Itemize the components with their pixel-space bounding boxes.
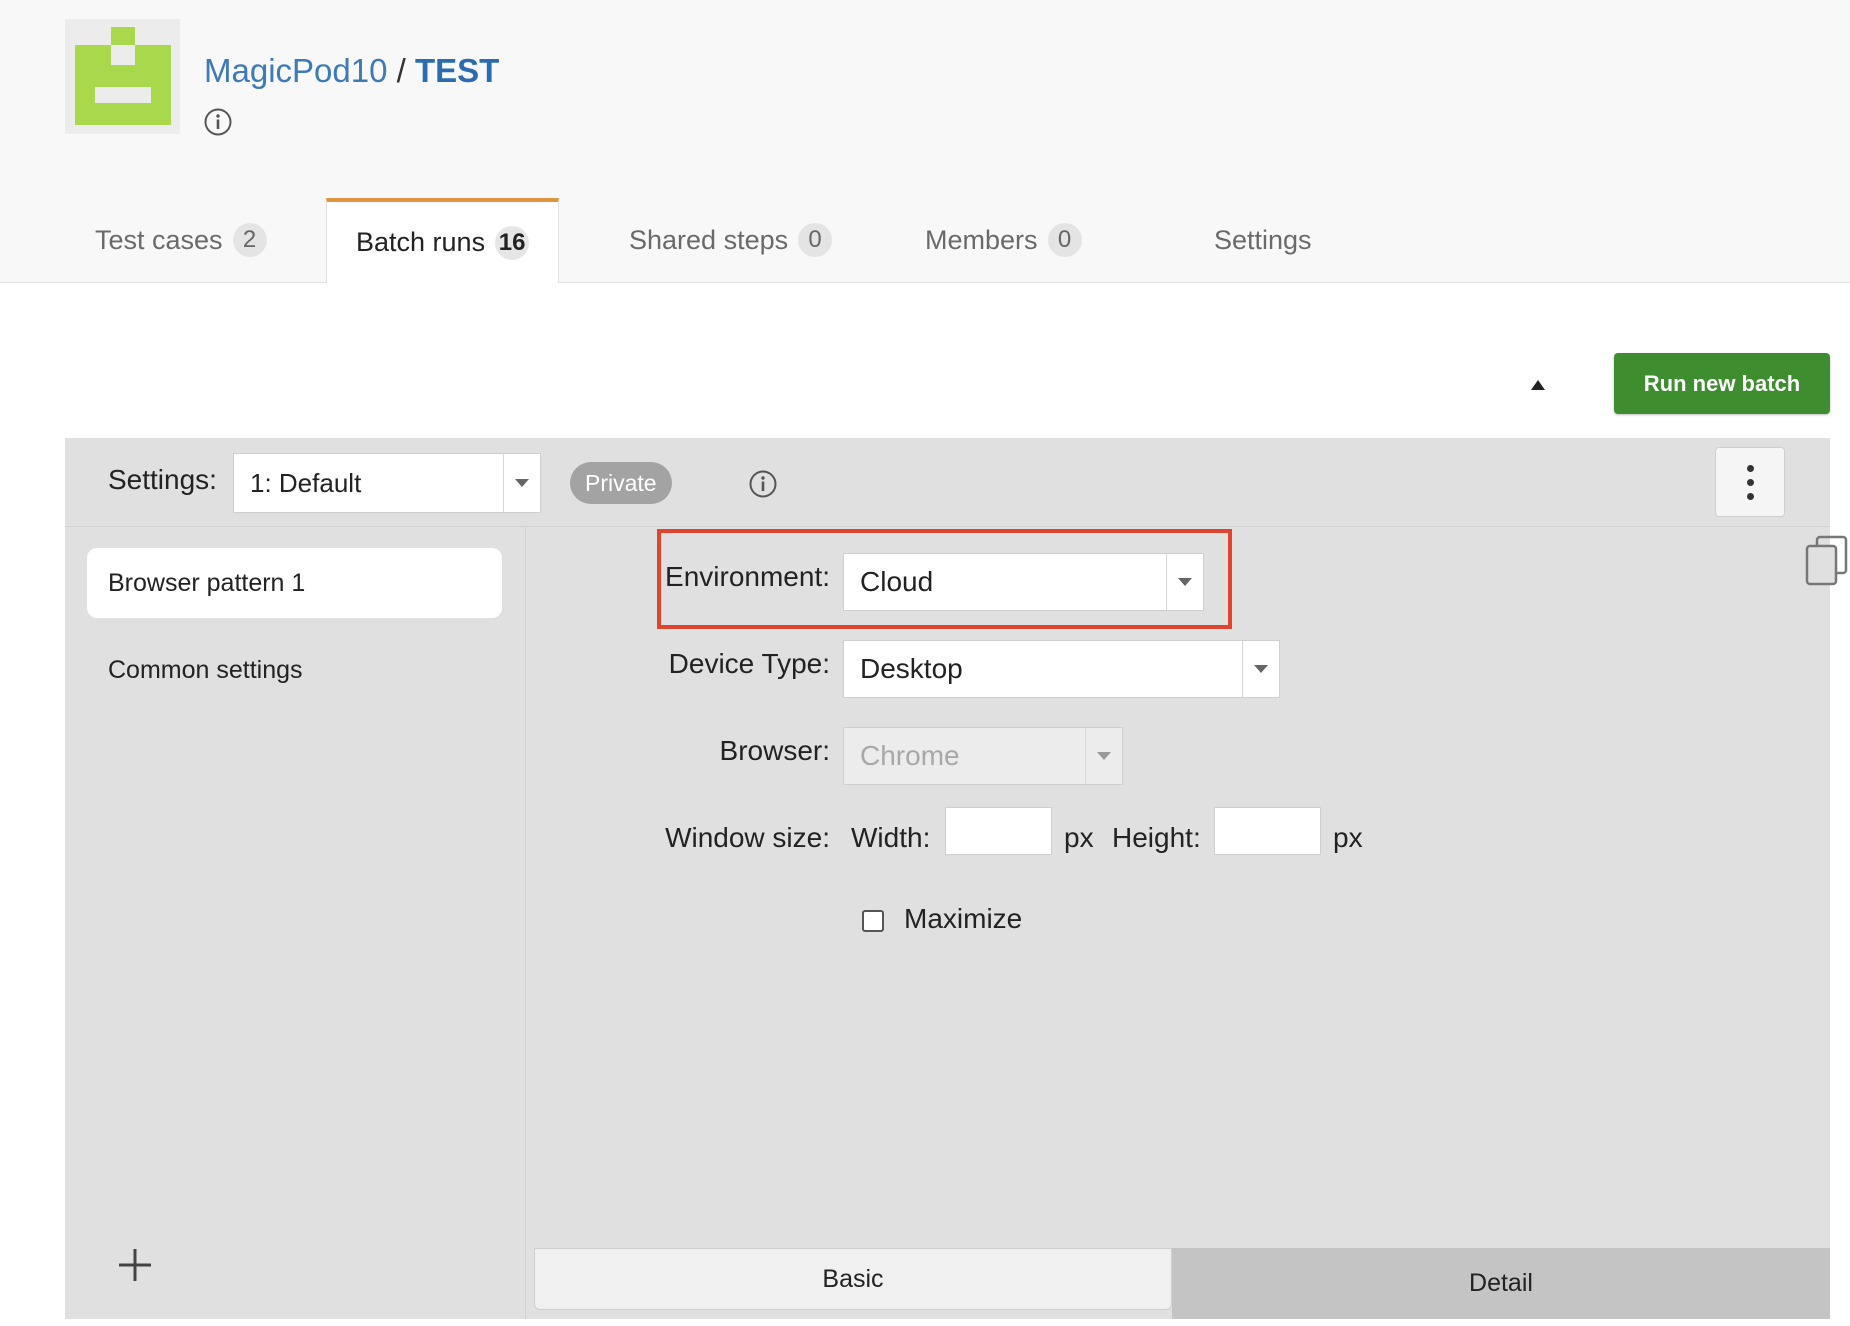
settings-select[interactable]: 1: Default [233,453,541,513]
settings-select-value: 1: Default [250,467,362,498]
kebab-dot [1746,464,1754,472]
browser-label: Browser: [719,735,830,766]
org-link[interactable]: MagicPod10 [204,52,387,89]
settings-label: Settings: [108,464,217,495]
browser-select-value: Chrome [860,740,960,771]
height-label: Height: [1112,822,1201,853]
tab-count-badge: 2 [232,223,267,257]
sidebar-item-common-settings[interactable]: Common settings [87,635,502,705]
tab-count-badge: 16 [495,225,530,260]
info-icon[interactable] [203,107,233,142]
tab-count-badge: 0 [798,223,833,257]
project-logo [65,19,180,134]
tab-batch-runs[interactable]: Batch runs 16 [326,198,560,283]
settings-bar: Settings: 1: Default Private [65,438,1830,527]
kebab-dot [1746,478,1754,486]
more-options-button[interactable] [1715,447,1785,517]
project-tabs: Test cases 2 Batch runs 16 Shared steps … [0,198,1400,283]
sidebar-item-browser-pattern-1[interactable]: Browser pattern 1 [87,548,502,618]
chevron-down-icon [503,454,540,512]
tab-label: Settings [1214,224,1312,255]
device-type-select[interactable]: Desktop [843,640,1280,698]
environment-label: Environment: [665,561,830,592]
project-link[interactable]: TEST [415,52,499,89]
window-width-input[interactable] [945,807,1052,855]
tab-test-cases[interactable]: Test cases 2 [95,198,267,282]
maximize-checkbox[interactable] [862,910,884,932]
copy-icon[interactable] [1804,535,1850,592]
window-size-label: Window size: [665,822,830,853]
tab-label: Test cases [95,224,223,255]
environment-select[interactable]: Cloud [843,553,1204,611]
window-height-input[interactable] [1214,807,1321,855]
chevron-down-icon [1166,554,1203,610]
collapse-arrow-icon[interactable] [1530,378,1546,396]
tab-shared-steps[interactable]: Shared steps 0 [629,198,833,282]
tab-label: Detail [1469,1269,1533,1297]
run-new-batch-button[interactable]: Run new batch [1614,353,1830,414]
tab-label: Batch runs [356,227,486,257]
browser-select[interactable]: Chrome [843,727,1123,785]
device-type-select-value: Desktop [860,653,963,684]
breadcrumb: MagicPod10 / TEST [204,52,499,90]
width-unit: px [1064,822,1094,853]
width-label: Width: [851,822,931,853]
tab-basic[interactable]: Basic [534,1248,1172,1310]
breadcrumb-separator: / [396,52,406,89]
tab-label: Members [925,224,1038,255]
form-mode-tabs: Basic Detail [526,1248,1830,1319]
batch-settings-panel: Settings: 1: Default Private Browser pat… [65,438,1848,1319]
sidebar-item-label: Common settings [108,655,303,684]
kebab-dot [1746,492,1754,500]
private-badge: Private [570,462,672,504]
height-unit: px [1333,822,1363,853]
pattern-sidebar: Browser pattern 1 Common settings [65,527,526,1319]
environment-select-value: Cloud [860,566,934,597]
tab-settings[interactable]: Settings [1214,198,1312,282]
tab-count-badge: 0 [1047,223,1082,257]
tab-label: Shared steps [629,224,789,255]
tab-members[interactable]: Members 0 [925,198,1082,282]
device-type-label: Device Type: [668,648,830,679]
chevron-down-icon [1242,641,1279,697]
pattern-form: Environment: Cloud Device Type: Desktop … [526,527,1848,1319]
maximize-label: Maximize [904,903,1023,934]
info-icon[interactable] [748,469,778,504]
tab-detail[interactable]: Detail [1172,1248,1830,1319]
add-pattern-plus-icon[interactable] [117,1247,153,1288]
tab-label: Basic [822,1264,884,1293]
chevron-down-icon [1085,728,1122,784]
sidebar-item-label: Browser pattern 1 [108,568,306,597]
